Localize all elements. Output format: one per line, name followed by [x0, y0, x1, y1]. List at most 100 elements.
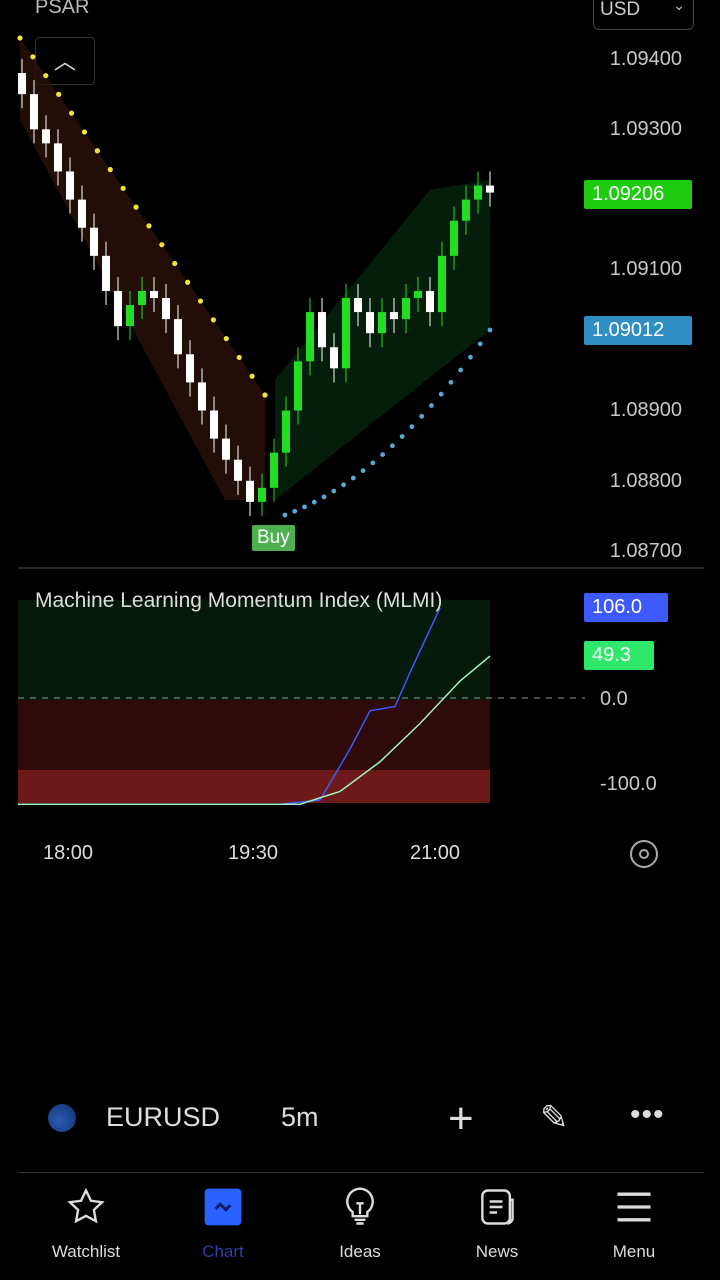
nav-label: Watchlist [51, 1242, 121, 1261]
mlmi-axis-label: -100.0 [600, 773, 657, 795]
nav-label: News [475, 1242, 519, 1261]
psar-dot [262, 392, 268, 398]
psar-dot [223, 336, 229, 342]
psar-dot [438, 391, 444, 397]
buy-signal: Buy [252, 525, 295, 551]
price-label: 1.09300 [609, 118, 682, 140]
mlmi-axis-label: 0.0 [600, 688, 628, 710]
psar-dot [370, 460, 376, 466]
nav-news[interactable]: News [437, 1185, 557, 1262]
candle-body [78, 199, 86, 228]
candle-body [138, 290, 146, 306]
candle-body [462, 199, 470, 221]
candle-body [486, 185, 494, 193]
psar-dot [321, 494, 327, 500]
candle-body [450, 220, 458, 256]
candle-body [126, 305, 134, 327]
psar-dot [30, 54, 36, 60]
psar-dot [133, 204, 139, 210]
mlmi-title: Machine Learning Momentum Index (MLMI) [35, 589, 443, 612]
psar-dot [282, 512, 288, 518]
time-label: 18:00 [43, 842, 94, 864]
psar-dot [236, 354, 242, 361]
price-label: 1.09400 [609, 48, 682, 70]
psar-dot [331, 488, 337, 494]
draw-pencil-icon[interactable]: ✎ [540, 1098, 569, 1138]
psar-dot [81, 129, 88, 135]
psar-dot [380, 452, 386, 457]
mlmi-bull-zone [18, 600, 490, 700]
candle-body [30, 94, 38, 130]
psar-dot [210, 317, 217, 323]
price-label: 1.08900 [609, 399, 682, 421]
nav-label: Ideas [339, 1242, 381, 1261]
candle-body [114, 290, 122, 327]
psar-dot [311, 499, 317, 505]
psar-dot [292, 508, 298, 514]
candle-body [438, 255, 446, 313]
chart-icon [204, 1188, 242, 1226]
nav-divider [18, 1172, 704, 1173]
psar-dot [68, 110, 75, 116]
psar-dot [43, 72, 49, 79]
candle-body [222, 438, 230, 460]
chart-settings-icon[interactable] [624, 834, 664, 874]
mlmi-bear-zone-strong [18, 770, 490, 803]
psar-dot [56, 91, 62, 97]
mlmi-value-1: 106.0 [584, 593, 668, 622]
candle-body [354, 298, 362, 313]
candle-body [414, 290, 422, 299]
chevron-down-icon: ⌄ [673, 0, 685, 13]
nav-chart[interactable]: Chart [163, 1185, 283, 1262]
price-label: 1.08700 [609, 540, 682, 562]
candle-body [42, 129, 50, 144]
candle-body [66, 171, 74, 200]
candle-body [174, 319, 182, 355]
lightbulb-icon [346, 1187, 374, 1225]
candle-body [258, 487, 266, 502]
psar-dot [120, 185, 126, 191]
add-icon[interactable]: + [448, 1094, 474, 1144]
candle-body [318, 312, 326, 348]
candle-body [402, 298, 410, 320]
candle-body [18, 73, 26, 95]
candle-body [390, 312, 398, 320]
nav-label: Menu [612, 1242, 656, 1261]
psar-dot [468, 354, 473, 360]
psar-dot [146, 223, 152, 229]
candle-body [366, 312, 374, 334]
currency-select[interactable]: USD ⌄ [593, 0, 694, 30]
psar-dot [159, 242, 165, 248]
more-icon[interactable]: ••• [630, 1098, 665, 1132]
psar-dot [389, 443, 395, 449]
psar-dot [249, 373, 255, 379]
psar-dot [302, 504, 307, 510]
psar-dot [409, 424, 415, 430]
nav-label: Chart [202, 1242, 244, 1261]
candle-body [102, 255, 110, 291]
pane-divider[interactable] [18, 567, 704, 569]
symbol-button[interactable]: EURUSD [106, 1102, 220, 1133]
interval-button[interactable]: 5m [281, 1102, 319, 1133]
psar-dot [185, 279, 191, 285]
nav-menu[interactable]: Menu [574, 1185, 694, 1262]
time-label: 19:30 [228, 842, 279, 864]
mlmi-value-2: 49.3 [584, 641, 654, 670]
candle-body [210, 410, 218, 439]
psar-dot [17, 35, 23, 41]
price-label: 1.08800 [609, 470, 682, 492]
psar-dot [341, 482, 346, 488]
psar-dot [429, 403, 434, 408]
psar-dot [448, 379, 454, 385]
nav-watchlist[interactable]: Watchlist [26, 1185, 146, 1262]
psar-dot [487, 327, 493, 333]
newspaper-icon [481, 1189, 514, 1225]
time-label: 21:00 [410, 842, 461, 864]
price-chart[interactable] [0, 0, 580, 570]
candle-body [282, 410, 290, 453]
candle-body [162, 298, 170, 320]
candle-body [198, 382, 206, 411]
menu-icon [617, 1192, 651, 1222]
psar-dot [458, 367, 464, 373]
nav-ideas[interactable]: Ideas [300, 1185, 420, 1262]
